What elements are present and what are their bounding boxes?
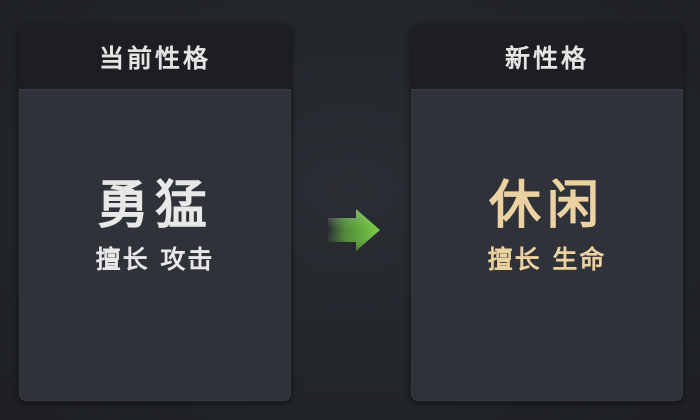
new-personality-header: 新性格 xyxy=(411,25,683,90)
new-personality-body: 休闲 擅长 生命 xyxy=(411,90,683,401)
current-personality-header: 当前性格 xyxy=(19,25,291,90)
new-personality-card: 新性格 休闲 擅长 生命 xyxy=(410,24,684,402)
new-personality-name: 休闲 xyxy=(488,175,605,236)
current-personality-specialty: 擅长 攻击 xyxy=(95,245,215,274)
arrow-right-icon xyxy=(328,209,380,251)
current-personality-card: 当前性格 勇猛 擅长 攻击 xyxy=(18,24,292,402)
new-personality-specialty: 擅长 生命 xyxy=(487,245,607,274)
current-personality-body: 勇猛 擅长 攻击 xyxy=(19,90,291,401)
current-personality-name: 勇猛 xyxy=(96,175,213,236)
